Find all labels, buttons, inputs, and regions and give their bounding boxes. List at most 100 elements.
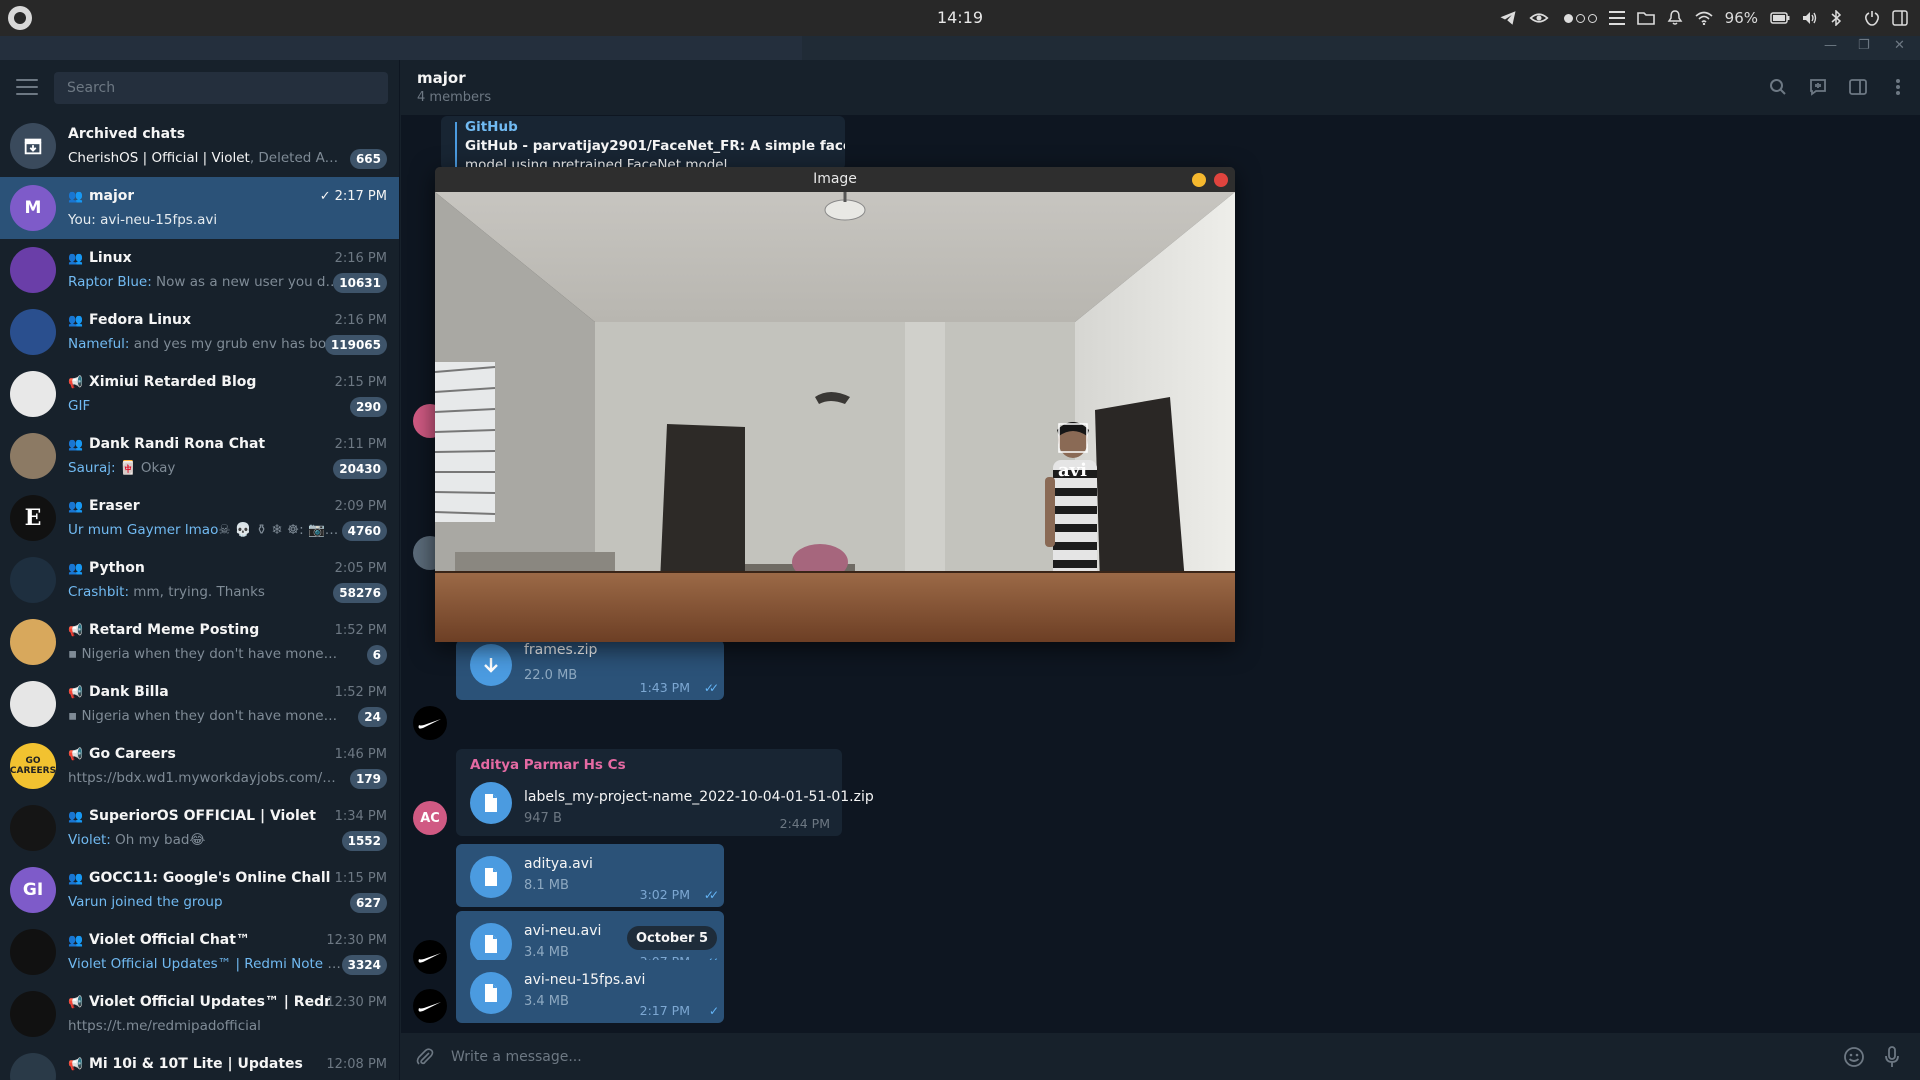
volume-icon[interactable] [1802, 11, 1818, 25]
file-name[interactable]: avi-neu.avi [524, 923, 601, 939]
chat-title-text: GOCC11: Google's Online Challenge - ... [88, 870, 330, 886]
webcam-frame-image: avi [435, 192, 1235, 642]
download-icon[interactable] [470, 644, 512, 686]
channel-icon: 📢 [68, 1057, 83, 1071]
power-icon[interactable] [1864, 10, 1880, 26]
channel-icon: 📢 [68, 747, 83, 761]
sender-avatar-ac[interactable]: AC [413, 801, 447, 835]
sidebar-toggle-icon[interactable] [1846, 75, 1870, 99]
message-sender-name[interactable]: Aditya Parmar Hs Cs [470, 757, 626, 773]
battery-percentage[interactable]: 96% [1725, 9, 1758, 27]
chat-row[interactable]: 📢 Dank Billa 1:52 PM ▪ Nigeria when they do… [0, 673, 399, 735]
chat-title[interactable]: major [417, 69, 466, 87]
close-button[interactable] [1214, 173, 1228, 187]
chat-row[interactable]: M 👥 major ✓ 2:17 PM You: avi-neu-15fps.avi [0, 177, 399, 239]
channel-icon: 📢 [68, 623, 83, 637]
link-preview-title[interactable]: GitHub - parvatijay2901/FaceNet_FR: A si… [465, 138, 845, 154]
workspace-indicator-icon[interactable] [1561, 13, 1597, 23]
image-window-titlebar[interactable]: Image [435, 167, 1235, 192]
bell-icon[interactable] [1667, 10, 1683, 26]
file-name[interactable]: aditya.avi [524, 856, 593, 872]
minimize-button[interactable] [1192, 173, 1206, 187]
file-icon[interactable] [470, 923, 512, 965]
close-window-icon[interactable]: ✕ [1894, 38, 1905, 53]
minimize-window-icon[interactable]: — [1824, 38, 1837, 53]
file-message[interactable]: aditya.avi 8.1 MB 3:02 PM ✓✓ [456, 844, 724, 907]
archived-chats-row[interactable]: Archived chats CherishOS | Official | Vi… [0, 115, 399, 177]
preview-sender: Violet Official Updates™ | Redmi Note 7 … [68, 956, 342, 972]
file-icon[interactable] [470, 972, 512, 1014]
file-icon[interactable] [470, 782, 512, 824]
chat-time: 12:30 PM [326, 995, 387, 1010]
file-size: 22.0 MB [524, 668, 578, 683]
chat-title-text: Eraser [88, 498, 140, 514]
chat-row[interactable]: 📢 Violet Official Updates™ | Redmi Not...… [0, 983, 399, 1045]
sender-avatar-nike[interactable] [413, 706, 447, 740]
search-icon[interactable] [1766, 75, 1790, 99]
file-icon[interactable] [470, 856, 512, 898]
chat-time: 1:52 PM [335, 623, 387, 638]
telegram-tray-icon[interactable] [1499, 9, 1517, 27]
archived-preview-rest: , Deleted Accoun... [249, 150, 342, 166]
chat-row[interactable]: E 👥 Eraser 2:09 PM Ur mum Gaymer lmao☠ 💀 ⚱ ❄… [0, 487, 399, 549]
folder-tray-icon[interactable] [1636, 11, 1655, 25]
preview-sender: Varun joined the group [68, 894, 223, 910]
layout-tray-icon[interactable] [1892, 10, 1908, 26]
sender-avatar-nike[interactable] [413, 940, 447, 974]
sender-avatar-nike[interactable] [413, 989, 447, 1023]
chat-time-text: 12:08 PM [326, 1057, 387, 1072]
search-input[interactable] [54, 72, 388, 104]
message-input[interactable] [451, 1033, 1751, 1080]
wifi-icon[interactable] [1695, 11, 1713, 25]
chat-row[interactable]: 👥 SuperiorOS OFFICIAL | Violet 1:34 PM Viol… [0, 797, 399, 859]
chat-row[interactable]: GI 👥 GOCC11: Google's Online Challenge - .… [0, 859, 399, 921]
file-message-latest[interactable]: avi-neu-15fps.avi 3.4 MB 2:17 PM ✓ [456, 960, 724, 1023]
menu-tray-icon[interactable] [1608, 11, 1625, 25]
chat-row[interactable]: 📢 Retard Meme Posting 1:52 PM ▪ Nigeria whe… [0, 611, 399, 673]
link-preview-site[interactable]: GitHub [465, 119, 518, 135]
preview-sender: Violet: [68, 832, 111, 848]
chat-list: M 👥 major ✓ 2:17 PM You: avi-neu-15fps.avi 👥 Li… [0, 177, 399, 1080]
chat-header[interactable]: major 4 members [401, 60, 1920, 115]
chat-time: 1:46 PM [335, 747, 387, 762]
chat-title-text: Retard Meme Posting [88, 622, 260, 638]
bluetooth-icon[interactable] [1830, 10, 1842, 26]
chat-time: ✓ 2:17 PM [320, 189, 387, 204]
chat-row[interactable]: 👥 Violet Official Chat™ 12:30 PM Violet Off… [0, 921, 399, 983]
restore-window-icon[interactable]: ❐ [1858, 38, 1870, 53]
file-message-incoming[interactable]: Aditya Parmar Hs Cs labels_my-project-na… [456, 749, 874, 836]
file-name[interactable]: frames.zip [524, 642, 597, 658]
link-preview-message[interactable]: GitHub GitHub - parvatijay2901/FaceNet_F… [441, 116, 845, 170]
chat-avatar [10, 309, 56, 355]
hamburger-menu-icon[interactable] [16, 79, 38, 95]
chat-row[interactable]: 👥 Python 2:05 PM Crashbit: mm, trying. Than… [0, 549, 399, 611]
chat-row[interactable]: 👥 Dank Randi Rona Chat 2:11 PM Sauraj: 🀄 Ok… [0, 425, 399, 487]
chat-row[interactable]: 👥 Linux 2:16 PM Raptor Blue: Now as a new u… [0, 239, 399, 301]
voice-chat-icon[interactable] [1806, 75, 1830, 99]
file-message[interactable]: frames.zip 22.0 MB 1:43 PM ✓✓ [456, 640, 724, 700]
emoji-icon[interactable] [1842, 1045, 1866, 1069]
read-ticks-icon: ✓✓ [703, 681, 719, 695]
image-viewer-window[interactable]: Image avi [435, 167, 1235, 642]
more-options-icon[interactable] [1886, 75, 1910, 99]
file-name[interactable]: avi-neu-15fps.avi [524, 972, 645, 988]
chat-title-text: Violet Official Updates™ | Redmi Not... [88, 994, 330, 1010]
chat-row[interactable]: GO CAREERS 📢 Go Careers 1:46 PM https://bdx.… [0, 735, 399, 797]
message-time: 2:44 PM [779, 816, 830, 831]
archived-preview: CherishOS | Official | Violet, Deleted A… [68, 150, 342, 166]
chat-title: 📢 Retard Meme Posting [68, 622, 259, 638]
nvidia-tray-icon[interactable] [1529, 10, 1549, 26]
chat-preview: Crashbit: mm, trying. Thanks [68, 584, 265, 600]
search-box[interactable] [54, 72, 388, 104]
microphone-icon[interactable] [1880, 1045, 1904, 1069]
chat-row[interactable]: 👥 Fedora Linux 2:16 PM Nameful: and yes my … [0, 301, 399, 363]
attach-icon[interactable] [413, 1045, 437, 1069]
chat-preview: Varun joined the group [68, 894, 223, 910]
chat-title-text: Fedora Linux [88, 312, 191, 328]
battery-icon[interactable] [1770, 12, 1790, 24]
preview-text: mm, trying. Thanks [129, 584, 265, 600]
chat-row[interactable]: 📢 Mi 10i & 10T Lite | Updates 12:08 PM [0, 1045, 399, 1080]
file-name[interactable]: labels_my-project-name_2022-10-04-01-51-… [524, 789, 874, 805]
preview-text: Now as a new user you don't a... [156, 274, 342, 290]
chat-row[interactable]: 📢 Ximiui Retarded Blog 2:15 PM GIF 290 [0, 363, 399, 425]
